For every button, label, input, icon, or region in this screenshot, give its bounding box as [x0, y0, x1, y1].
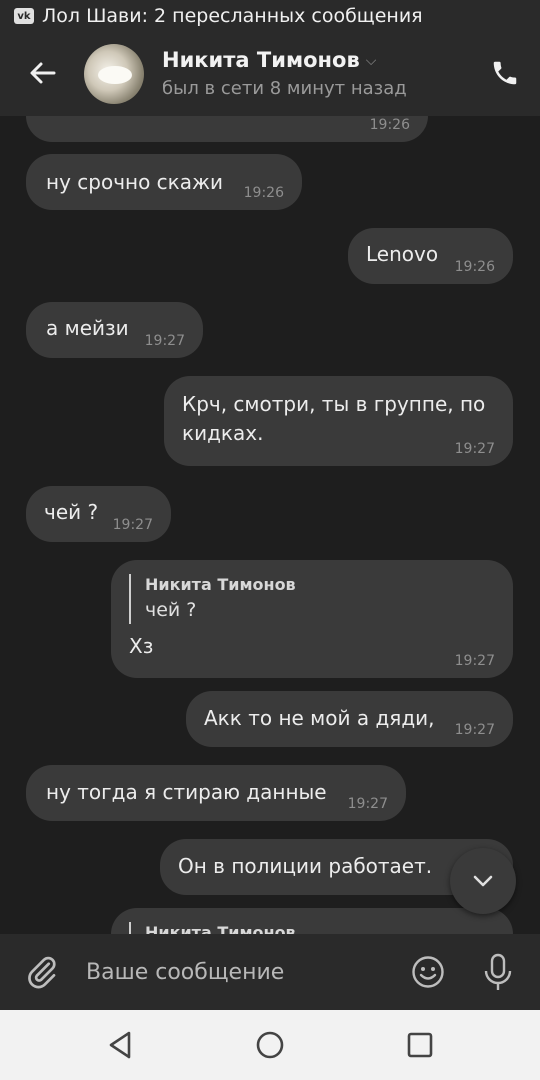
- message-bubble-outgoing[interactable]: Никита Тимонов: [111, 908, 513, 934]
- reply-quote[interactable]: Никита Тимонов: [129, 922, 495, 934]
- reply-author: Никита Тимонов: [145, 575, 296, 594]
- chevron-down-icon: [473, 875, 493, 887]
- phone-icon[interactable]: [490, 58, 520, 88]
- message-composer: [0, 934, 540, 1010]
- message-bubble-outgoing[interactable]: Никита Тимонов чей ? Хз 19:27: [111, 560, 513, 678]
- message-text: ну срочно скажи: [46, 170, 224, 194]
- message-bubble-outgoing[interactable]: Lenovo 19:26: [348, 228, 513, 284]
- notification-bar[interactable]: vk Лол Шави: 2 пересланных сообщения: [0, 0, 540, 32]
- message-time: 19:27: [347, 796, 388, 812]
- scroll-down-button[interactable]: [450, 848, 516, 914]
- smile-icon[interactable]: [410, 954, 446, 990]
- message-time: 19:26: [369, 117, 410, 133]
- contact-status: был в сети 8 минут назад: [162, 78, 407, 99]
- square-recent-icon[interactable]: [403, 1028, 437, 1062]
- message-time: 19:27: [454, 441, 495, 457]
- message-time: 19:26: [454, 259, 495, 275]
- contact-name[interactable]: Никита Тимонов ⌵: [162, 48, 376, 72]
- reply-author: Никита Тимонов: [145, 923, 296, 934]
- message-bubble-outgoing[interactable]: Крч, смотри, ты в группе, по кидках. 19:…: [164, 376, 513, 466]
- message-text: Акк то не мой а дяди,: [204, 706, 435, 730]
- message-text: чей ?: [44, 500, 99, 524]
- message-text: Lenovo: [366, 242, 439, 266]
- paperclip-icon[interactable]: [24, 954, 60, 990]
- message-time: 19:27: [454, 722, 495, 738]
- reply-text: чей ?: [145, 599, 197, 621]
- message-bubble-incoming[interactable]: 19:26: [26, 116, 428, 142]
- message-time: 19:26: [243, 185, 284, 201]
- message-bubble-incoming[interactable]: чей ? 19:27: [26, 486, 171, 542]
- reply-quote[interactable]: Никита Тимонов чей ?: [129, 574, 495, 624]
- message-bubble-incoming[interactable]: ну тогда я стираю данные 19:27: [26, 765, 406, 821]
- message-input[interactable]: [86, 956, 386, 988]
- message-time: 19:27: [454, 653, 495, 669]
- message-text: ну тогда я стираю данные: [46, 780, 327, 804]
- message-text: Хз: [129, 634, 154, 658]
- microphone-icon[interactable]: [480, 952, 516, 992]
- message-time: 19:27: [144, 333, 185, 349]
- avatar[interactable]: [84, 44, 144, 104]
- message-text: а мейзи: [46, 316, 129, 340]
- circle-home-icon[interactable]: [253, 1028, 287, 1062]
- message-text: Он в полиции работает.: [178, 854, 433, 878]
- notification-text: Лол Шави: 2 пересланных сообщения: [42, 5, 423, 27]
- message-text: Крч, смотри, ты в группе, по кидках.: [182, 392, 486, 445]
- message-bubble-incoming[interactable]: а мейзи 19:27: [26, 302, 203, 358]
- message-bubble-outgoing[interactable]: Акк то не мой а дяди, 19:27: [186, 691, 513, 747]
- message-time: 19:27: [112, 517, 153, 533]
- triangle-back-icon[interactable]: [104, 1028, 138, 1062]
- chevron-down-icon: ⌵: [365, 53, 377, 69]
- message-list[interactable]: 19:26 ну срочно скажи 19:26 Lenovo 19:26…: [0, 116, 540, 934]
- chat-header: Никита Тимонов ⌵ был в сети 8 минут назад: [0, 32, 540, 116]
- vk-icon: vk: [14, 8, 34, 24]
- system-navigation-bar: [0, 1010, 540, 1080]
- arrow-left-icon[interactable]: [26, 56, 60, 90]
- message-bubble-incoming[interactable]: ну срочно скажи 19:26: [26, 154, 302, 210]
